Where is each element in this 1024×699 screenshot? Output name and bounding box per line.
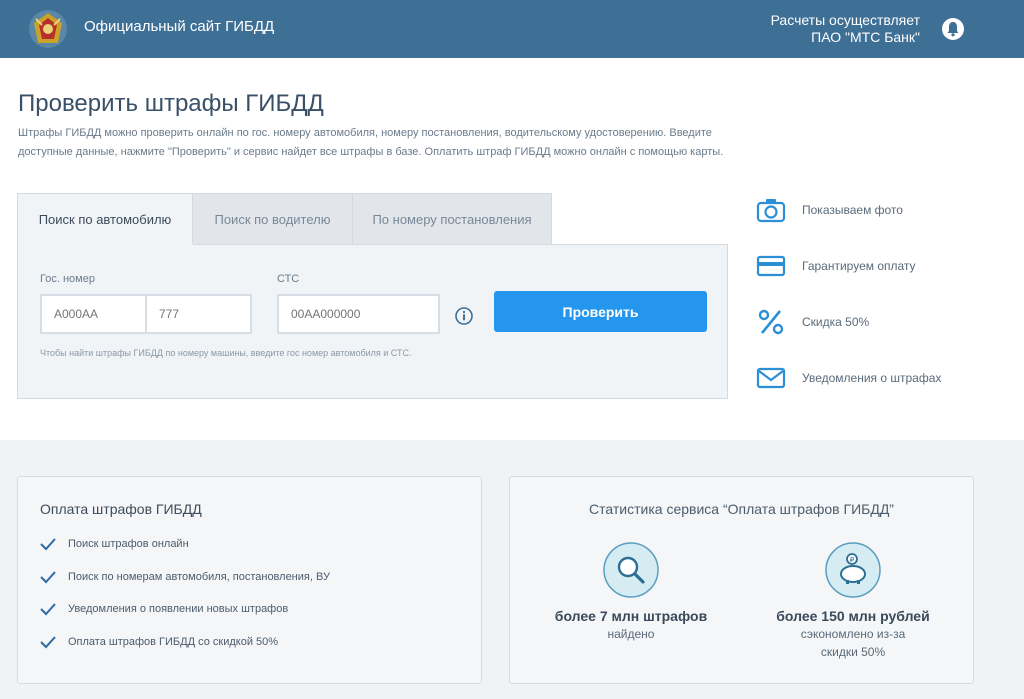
payer-info: Расчеты осуществляет ПАО "МТС Банк"	[771, 12, 920, 46]
stats-card-title: Статистика сервиса “Оплата штрафов ГИБДД…	[589, 501, 894, 517]
feature-label: Скидка 50%	[802, 315, 870, 329]
checkmark-icon	[40, 603, 56, 616]
search-panel: Поиск по автомобилю Поиск по водителю По…	[17, 193, 728, 399]
list-item-label: Поиск по номерам автомобиля, постановлен…	[68, 571, 330, 583]
payment-card: Оплата штрафов ГИБДД Поиск штрафов онлай…	[17, 476, 482, 684]
list-item: Поиск штрафов онлайн	[40, 537, 189, 551]
list-item-label: Уведомления о появлении новых штрафов	[68, 603, 289, 615]
stat-fines-found: более 7 млн штрафов найдено	[541, 541, 721, 643]
svg-text:₽: ₽	[850, 556, 855, 564]
payer-line-2: ПАО "МТС Банк"	[811, 29, 920, 45]
sts-input[interactable]	[277, 294, 440, 334]
piggy-bank-icon: ₽	[825, 542, 881, 598]
tab-by-resolution[interactable]: По номеру постановления	[352, 193, 552, 245]
intro-text: Штрафы ГИБДД можно проверить онлайн по г…	[18, 127, 724, 158]
magnifier-icon	[603, 542, 659, 598]
search-form: Гос. номер СТС Проверить Чтобы найти штр…	[17, 244, 728, 399]
tab-by-car[interactable]: Поиск по автомобилю	[17, 193, 193, 245]
payment-card-title: Оплата штрафов ГИБДД	[40, 501, 202, 517]
list-item: Оплата штрафов ГИБДД со скидкой 50%	[40, 635, 278, 649]
feature-payment: Гарантируем оплату	[756, 251, 916, 281]
checkmark-icon	[40, 538, 56, 551]
stat-value: более 7 млн штрафов	[554, 608, 708, 624]
plate-region-input[interactable]	[145, 294, 252, 334]
main-section: Проверить штрафы ГИБДД Штрафы ГИБДД можн…	[0, 58, 1024, 440]
percent-icon	[758, 309, 784, 335]
checkmark-icon	[40, 636, 56, 649]
payer-line-1: Расчеты осуществляет	[770, 12, 920, 28]
tab-by-driver[interactable]: Поиск по водителю	[192, 193, 353, 245]
list-item: Уведомления о появлении новых штрафов	[40, 602, 288, 616]
list-item-label: Оплата штрафов ГИБДД со скидкой 50%	[68, 636, 279, 648]
credit-card-icon	[756, 255, 786, 277]
envelope-icon	[756, 367, 786, 389]
plate-label: Гос. номер	[40, 273, 95, 285]
bell-icon[interactable]	[941, 17, 965, 41]
page-title: Проверить штрафы ГИБДД	[18, 90, 324, 117]
camera-icon	[756, 199, 786, 223]
feature-label: Уведомления о штрафах	[802, 371, 942, 385]
form-hint: Чтобы найти штрафы ГИБДД по номеру машин…	[40, 348, 412, 358]
site-header: Официальный сайт ГИБДД Расчеты осуществл…	[0, 0, 1024, 58]
feature-discount: Скидка 50%	[756, 307, 869, 337]
info-icon[interactable]	[455, 307, 473, 325]
list-item: Поиск по номерам автомобиля, постановлен…	[40, 570, 330, 584]
stat-desc: сэкономлено из-за	[800, 627, 906, 641]
search-tabs: Поиск по автомобилю Поиск по водителю По…	[17, 193, 552, 245]
stats-card: Статистика сервиса “Оплата штрафов ГИБДД…	[509, 476, 974, 684]
stat-money-saved: ₽ более 150 млн рублей сэкономлено из-за…	[763, 541, 943, 661]
stat-value: более 150 млн рублей	[776, 608, 930, 624]
gibdd-emblem-icon[interactable]	[28, 9, 68, 49]
sts-label: СТС	[277, 273, 300, 285]
stat-desc: найдено	[607, 627, 655, 641]
feature-label: Гарантируем оплату	[802, 259, 916, 273]
stat-desc: скидки 50%	[820, 645, 886, 659]
feature-label: Показываем фото	[802, 203, 903, 217]
list-item-label: Поиск штрафов онлайн	[68, 538, 189, 550]
site-title[interactable]: Официальный сайт ГИБДД	[84, 18, 274, 35]
checkmark-icon	[40, 571, 56, 584]
plate-number-input[interactable]	[40, 294, 147, 334]
check-fines-button[interactable]: Проверить	[494, 291, 707, 332]
feature-notifications: Уведомления о штрафах	[756, 363, 941, 393]
feature-photo: Показываем фото	[756, 195, 903, 225]
